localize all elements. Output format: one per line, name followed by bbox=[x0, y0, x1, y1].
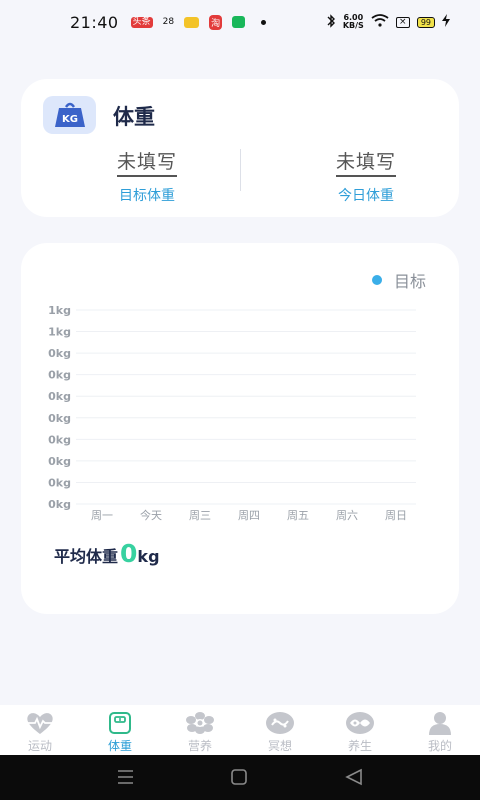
bluetooth-icon bbox=[326, 13, 336, 31]
tab-wellness[interactable]: 养生 bbox=[320, 705, 400, 755]
x-tick-label: 今天 bbox=[140, 508, 162, 522]
average-weight-label: 平均体重 bbox=[54, 547, 119, 566]
kg-badge-text: KG bbox=[62, 114, 78, 125]
today-weight-value[interactable]: 未填写 bbox=[335, 147, 396, 177]
x-tick-label: 周三 bbox=[189, 509, 211, 522]
tab-label: 体重 bbox=[107, 739, 132, 753]
tab-label: 养生 bbox=[347, 739, 372, 753]
tab-label: 营养 bbox=[187, 739, 212, 753]
status-bar: 21:40 头条 28 淘 6.00 KB/S × 99 bbox=[0, 0, 480, 44]
y-tick-label: 0kg bbox=[48, 390, 71, 403]
stat-divider bbox=[240, 149, 241, 191]
back-button-icon[interactable] bbox=[345, 768, 362, 786]
home-button-icon[interactable] bbox=[231, 769, 247, 785]
menu-button-icon[interactable] bbox=[118, 770, 133, 784]
y-tick-label: 1kg bbox=[48, 326, 71, 339]
y-tick-label: 0kg bbox=[48, 369, 71, 382]
y-tick-label: 0kg bbox=[48, 455, 71, 468]
wechat-app-icon bbox=[232, 16, 246, 28]
heartbeat-icon bbox=[25, 710, 55, 736]
meditation-icon bbox=[265, 710, 295, 736]
y-tick-label: 0kg bbox=[48, 347, 71, 360]
bottom-tab-bar: 运动 体重 营养 冥想 养生 我的 bbox=[0, 705, 480, 755]
legend-label: 目标 bbox=[393, 272, 426, 291]
network-speed: 6.00 KB/S bbox=[342, 13, 364, 30]
charging-icon bbox=[442, 14, 450, 30]
tab-label: 冥想 bbox=[267, 739, 292, 753]
today-weight-label: 今日体重 bbox=[338, 188, 394, 204]
wifi-icon bbox=[371, 14, 389, 30]
today-weight-stat[interactable]: 未填写 今日体重 bbox=[276, 147, 456, 205]
x-tick-label: 周五 bbox=[287, 509, 309, 522]
y-tick-label: 0kg bbox=[48, 412, 71, 425]
weight-summary-card: KG 体重 未填写 目标体重 未填写 今日体重 bbox=[21, 79, 459, 217]
tab-label: 运动 bbox=[27, 739, 52, 753]
x-tick-label: 周六 bbox=[336, 509, 358, 522]
x-tick-label: 周四 bbox=[238, 509, 260, 522]
average-weight-value: 0 bbox=[120, 539, 138, 568]
y-tick-label: 0kg bbox=[48, 498, 71, 511]
app-notification-icon bbox=[184, 16, 200, 28]
chart-legend: 目标 bbox=[371, 268, 426, 292]
card-title: 体重 bbox=[113, 105, 155, 129]
scale-icon bbox=[105, 710, 135, 736]
tab-meditation[interactable]: 冥想 bbox=[240, 705, 320, 755]
target-weight-stat[interactable]: 未填写 目标体重 bbox=[57, 147, 237, 205]
taobao-app-icon: 淘 bbox=[209, 14, 223, 30]
toutiao-app-icon: 头条 bbox=[130, 16, 153, 28]
y-tick-label: 0kg bbox=[48, 476, 71, 489]
more-notifications-icon bbox=[261, 19, 267, 25]
sim-off-icon: × bbox=[395, 16, 410, 28]
status-time: 21:40 bbox=[70, 12, 119, 32]
average-weight-unit: kg bbox=[137, 547, 160, 566]
tab-profile[interactable]: 我的 bbox=[400, 705, 480, 755]
y-tick-label: 0kg bbox=[48, 433, 71, 446]
tab-label: 我的 bbox=[427, 739, 452, 753]
system-navigation-bar bbox=[0, 755, 480, 800]
legend-marker bbox=[371, 275, 382, 285]
tab-exercise[interactable]: 运动 bbox=[0, 705, 80, 755]
battery-icon: 99 bbox=[416, 16, 435, 28]
y-tick-label: 1kg bbox=[48, 304, 71, 317]
x-tick-label: 周一 bbox=[91, 509, 113, 522]
kg-scale-icon: KG bbox=[43, 96, 96, 134]
tab-weight[interactable]: 体重 bbox=[80, 705, 160, 755]
target-weight-value[interactable]: 未填写 bbox=[116, 147, 177, 177]
tab-nutrition[interactable]: 营养 bbox=[160, 705, 240, 755]
weight-chart-card: 1kg 1kg 0kg 0kg 0kg 0kg 0kg 0kg 0kg 0kg 周一 今天 周三 周四 周五… bbox=[21, 243, 459, 614]
person-icon bbox=[425, 710, 455, 736]
x-tick-label: 周日 bbox=[385, 509, 407, 522]
average-weight: 平均体重 0 kg bbox=[54, 539, 160, 568]
notification-icon: 28 bbox=[162, 17, 175, 27]
yin-yang-icon bbox=[345, 710, 375, 736]
flower-icon bbox=[185, 710, 215, 736]
target-weight-label: 目标体重 bbox=[119, 188, 175, 204]
